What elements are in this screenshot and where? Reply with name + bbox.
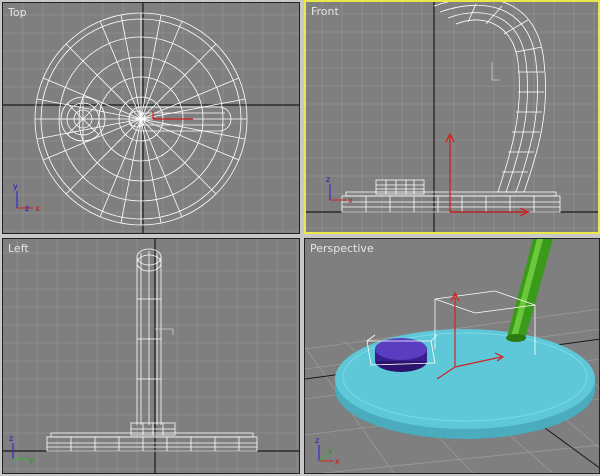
axis-z-label: z — [315, 436, 319, 445]
stem[interactable] — [506, 239, 553, 342]
lamp-base[interactable] — [335, 329, 595, 439]
stem-wireframe[interactable] — [433, 2, 546, 193]
axis-z-label: z — [9, 434, 13, 443]
axis-x-label: x — [35, 204, 40, 213]
button-wireframe[interactable] — [60, 96, 106, 142]
stem-wireframe[interactable] — [136, 248, 162, 425]
viewport-perspective[interactable]: z x y Perspective — [304, 238, 600, 474]
lamp-base-wireframe[interactable] — [46, 432, 258, 452]
axis-x-label: x — [348, 196, 353, 205]
grid — [3, 239, 299, 473]
axis-z-label: z — [25, 204, 29, 213]
axis-x-label: x — [335, 457, 340, 466]
axis-triad: z x — [326, 175, 353, 205]
viewport-label-top[interactable]: Top — [8, 6, 27, 19]
axis-triad: z y — [9, 434, 34, 464]
pivot-marker — [491, 62, 500, 81]
perspective-view-canvas[interactable]: z x y — [305, 239, 600, 474]
axis-y-label: y — [29, 455, 34, 464]
front-view-canvas[interactable]: z x — [306, 2, 598, 232]
transform-gizmo[interactable] — [152, 111, 193, 120]
axis-y-label: y — [13, 182, 18, 191]
axis-y-label: y — [328, 446, 333, 455]
axis-z-label: z — [326, 175, 330, 184]
viewport-label-front[interactable]: Front — [311, 5, 339, 18]
axis-triad: y x z — [13, 182, 40, 213]
transform-gizmo[interactable] — [445, 132, 530, 217]
world-axes — [3, 239, 299, 473]
lamp-base-wireframe[interactable] — [341, 191, 561, 213]
viewport-label-left[interactable]: Left — [8, 242, 29, 255]
left-view-canvas[interactable]: z y — [3, 239, 300, 474]
pivot-marker — [155, 328, 174, 335]
top-view-canvas[interactable]: y x z — [3, 3, 300, 234]
viewport-label-perspective[interactable]: Perspective — [310, 242, 374, 255]
viewport-top[interactable]: y x z Top — [2, 2, 300, 234]
viewport-front[interactable]: z x Front — [304, 0, 600, 234]
viewport-left[interactable]: z y Left — [2, 238, 300, 474]
axis-triad: z x y — [315, 436, 340, 466]
